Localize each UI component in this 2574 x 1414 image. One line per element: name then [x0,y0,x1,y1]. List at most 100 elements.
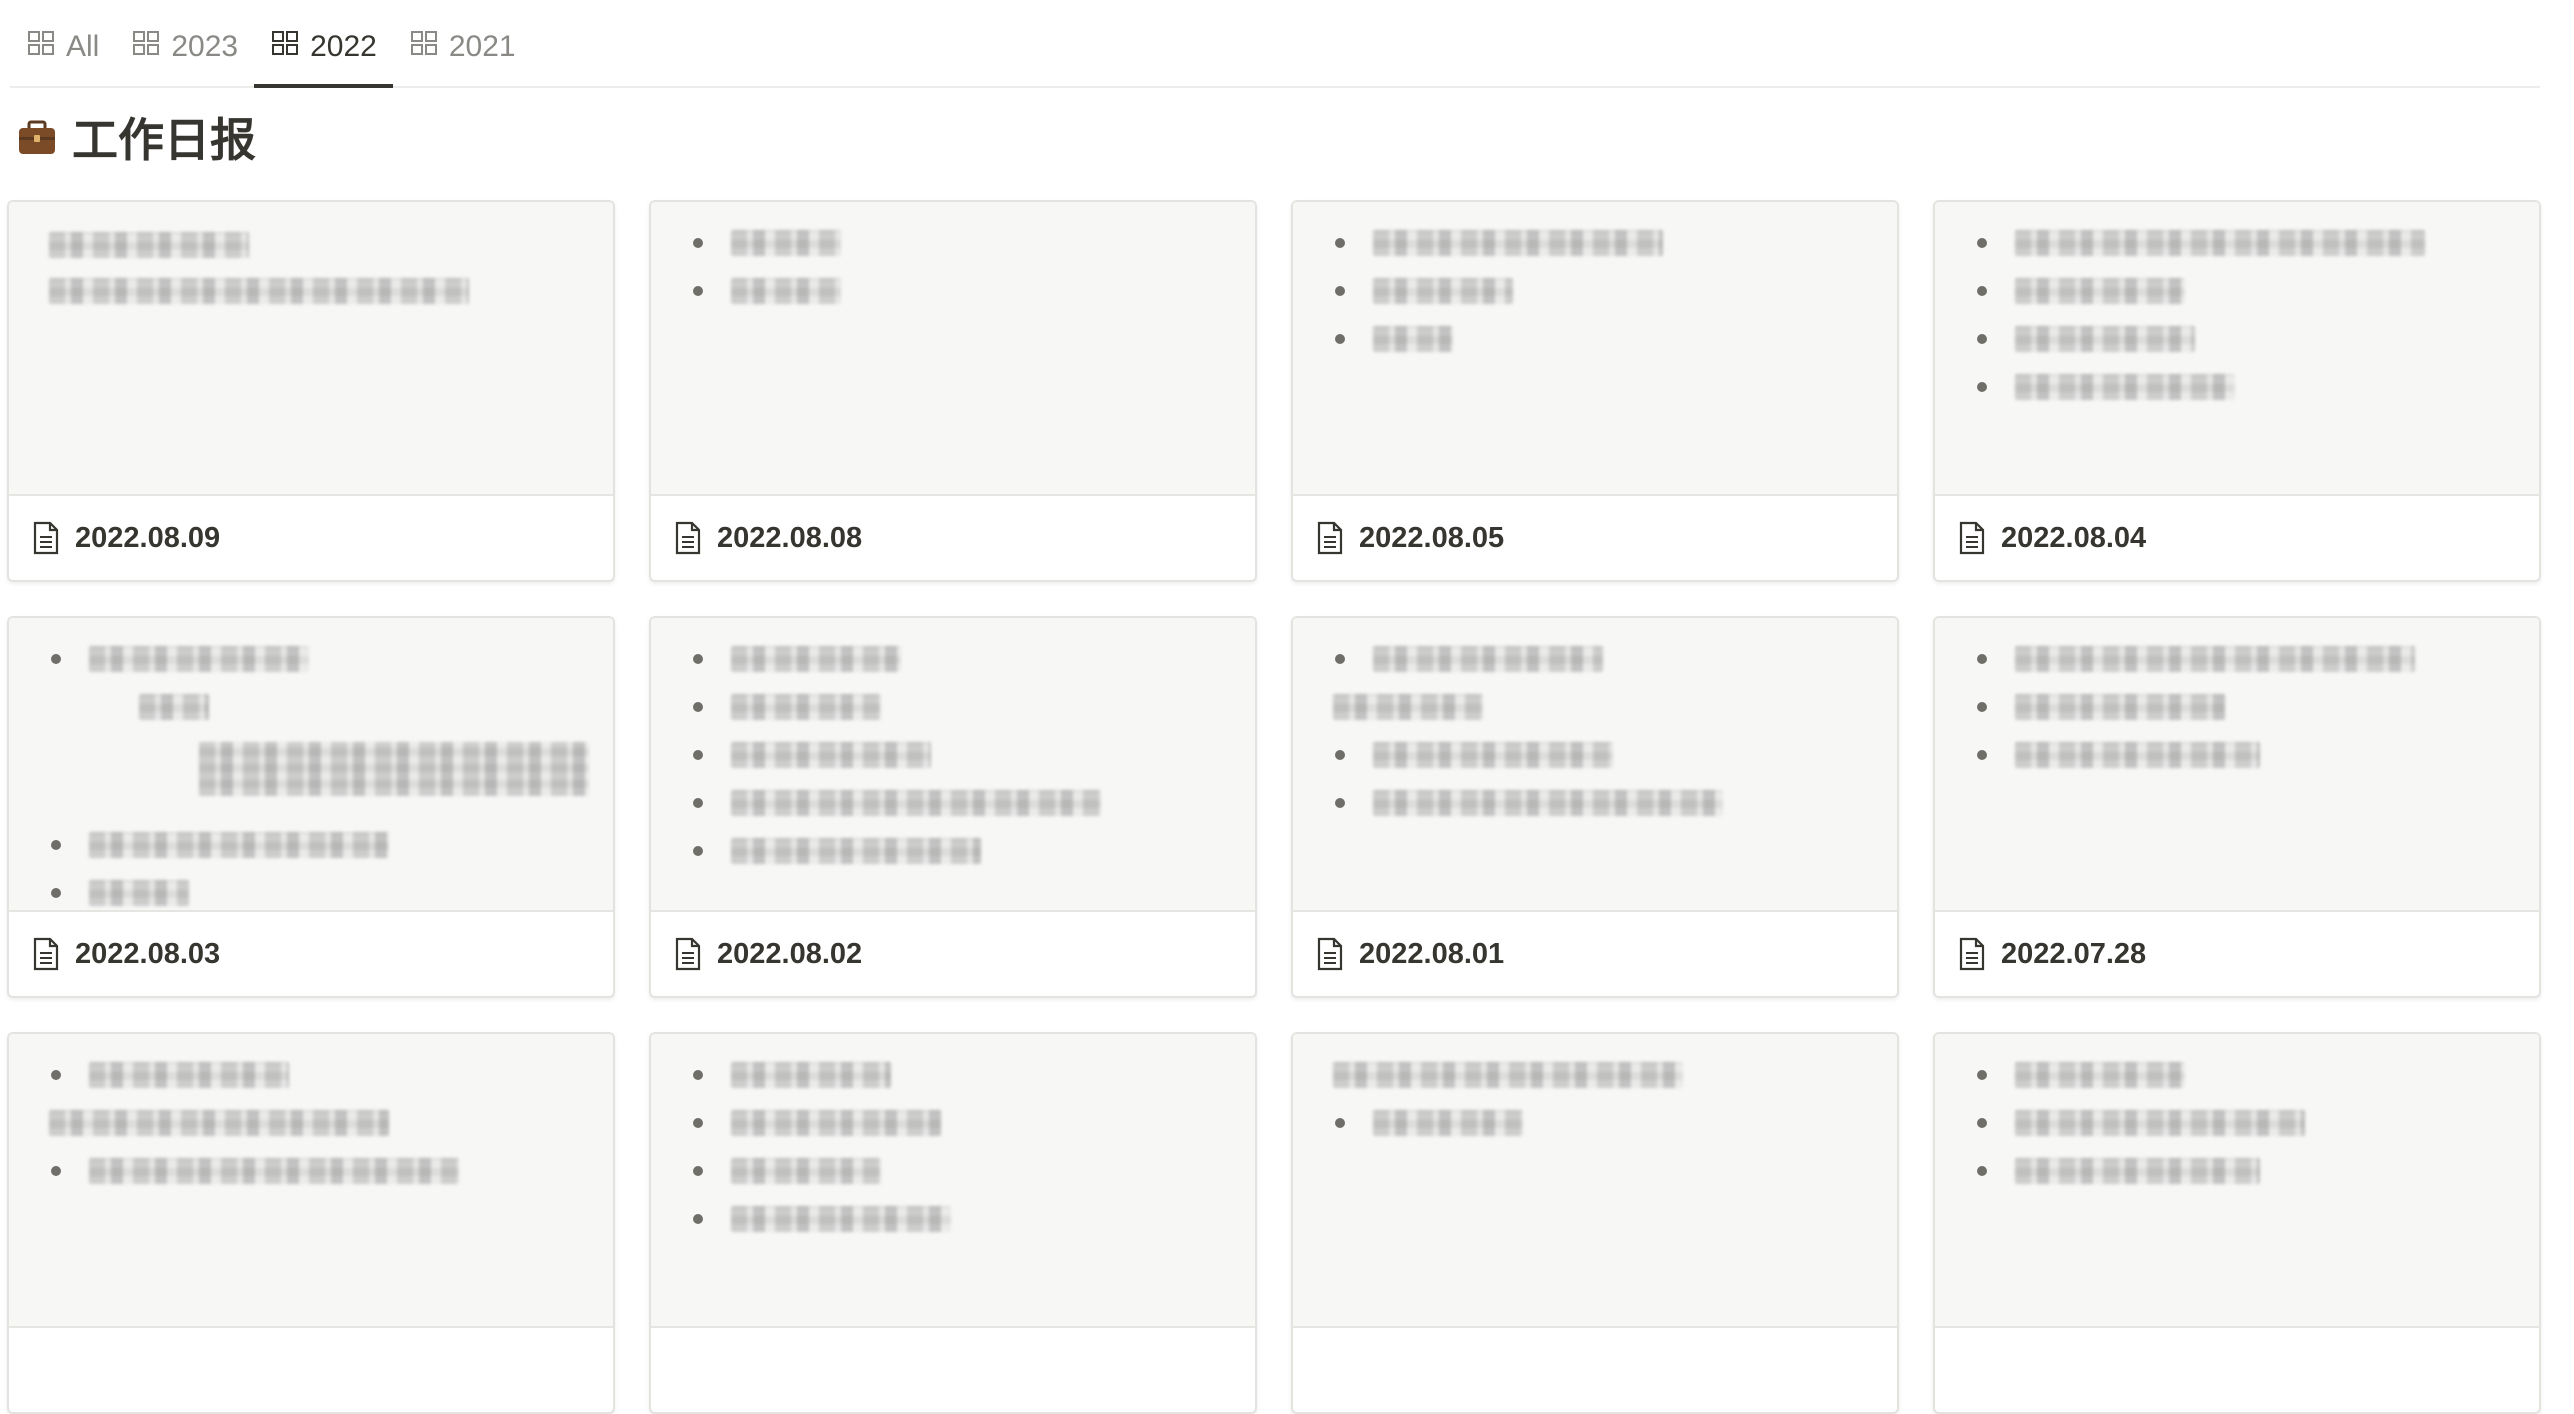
nested-item [199,742,589,796]
bullet-item [51,1158,459,1184]
redacted-text-line [1333,1062,1683,1088]
page-title-text: 工作日报 [72,114,256,166]
bullet-item [1335,326,1453,352]
bullet-item [693,1062,891,1088]
briefcase-icon [16,116,58,158]
card-preview [651,1034,1255,1328]
bullet-item [1335,1110,1523,1136]
card-title-row: 2022.08.05 [1293,496,1897,580]
card-title: 2022.07.28 [2001,937,2147,970]
card-title-row: 2022.08.04 [1935,496,2539,580]
bullet-item [1335,742,1613,768]
bullet-item [1977,694,2225,720]
card-title-row: 2022.08.09 [9,496,613,580]
bullet-item [51,1062,289,1088]
gallery-card[interactable]: 2022.08.03 [7,616,615,998]
bullet-item [1977,1062,2185,1088]
redacted-text-line [49,232,249,258]
redacted-text-line [49,278,469,304]
bullet-item [1977,742,2260,768]
tab-all[interactable]: All [10,8,115,86]
card-title: 2022.08.01 [1359,937,1505,970]
gallery-icon [409,28,439,66]
gallery-card[interactable] [1291,1032,1899,1414]
tab-label: 2023 [171,30,239,63]
gallery-card[interactable]: 2022.08.05 [1291,200,1899,582]
card-title: 2022.08.02 [717,937,863,970]
bullet-item [1977,278,2185,304]
bullet-item [51,832,389,858]
card-preview [9,618,613,912]
page-icon [1315,937,1345,971]
gallery-card[interactable]: 2022.08.02 [649,616,1257,998]
page-icon [1957,937,1987,971]
nested-item [139,694,209,720]
gallery-card[interactable]: 2022.08.09 [7,200,615,582]
card-preview [9,202,613,496]
card-title: 2022.08.08 [717,521,863,554]
bullet-item [693,278,841,304]
card-preview [651,202,1255,496]
gallery-card[interactable]: 2022.08.08 [649,200,1257,582]
bullet-item [693,1110,941,1136]
bullet-item [1335,790,1723,816]
card-title: 2022.08.03 [75,937,221,970]
card-title: 2022.08.09 [75,521,221,554]
redacted-text-line [1333,694,1483,720]
card-preview [1935,202,2539,496]
bullet-item [1335,278,1513,304]
card-title-row: 2022.08.02 [651,912,1255,996]
bullet-item [693,694,881,720]
card-title-row: 2022.08.08 [651,496,1255,580]
card-title: 2022.08.05 [1359,521,1505,554]
tab-2022[interactable]: 2022 [254,8,393,88]
gallery-card[interactable]: 2022.08.01 [1291,616,1899,998]
tab-2023[interactable]: 2023 [115,8,254,86]
gallery-icon [270,28,300,66]
bullet-item [693,646,901,672]
bullet-item [1335,230,1663,256]
card-preview [1293,202,1897,496]
card-title-row: 2022.07.28 [1935,912,2539,996]
gallery-card[interactable]: 2022.08.04 [1933,200,2541,582]
gallery-card[interactable] [7,1032,615,1414]
page-icon [1315,521,1345,555]
card-preview [1293,1034,1897,1328]
bullet-item [693,790,1101,816]
redacted-text-line [49,1110,389,1136]
card-preview [1293,618,1897,912]
card-title-row: 2022.08.03 [9,912,613,996]
card-preview [1935,1034,2539,1328]
card-title: 2022.08.04 [2001,521,2147,554]
bullet-item [1977,1110,2305,1136]
page-icon [1957,521,1987,555]
tab-2021[interactable]: 2021 [393,8,532,86]
card-preview [9,1034,613,1328]
bullet-item [1977,374,2235,400]
gallery-card[interactable] [1933,1032,2541,1414]
bullet-item [51,646,309,672]
page-icon [31,521,61,555]
page-title: 工作日报 [16,104,256,170]
gallery-card[interactable]: 2022.07.28 [1933,616,2541,998]
bullet-item [1977,646,2415,672]
gallery-grid: 2022.08.09 2022.08.08 2022.08.05 2022.08… [7,200,2544,1414]
gallery-icon [131,28,161,66]
bullet-item [1335,646,1603,672]
gallery-icon [26,28,56,66]
bullet-item [1977,230,2425,256]
page-icon [31,937,61,971]
bullet-item [693,1158,881,1184]
gallery-card[interactable] [649,1032,1257,1414]
page-icon [673,937,703,971]
bullet-item [1977,326,2195,352]
bullet-item [693,838,981,864]
bullet-item [51,880,189,906]
card-preview [651,618,1255,912]
bullet-item [693,230,841,256]
tab-label: 2022 [310,30,377,63]
card-preview [1935,618,2539,912]
bullet-item [693,742,931,768]
card-title-row: 2022.08.01 [1293,912,1897,996]
tab-label: All [66,30,100,63]
